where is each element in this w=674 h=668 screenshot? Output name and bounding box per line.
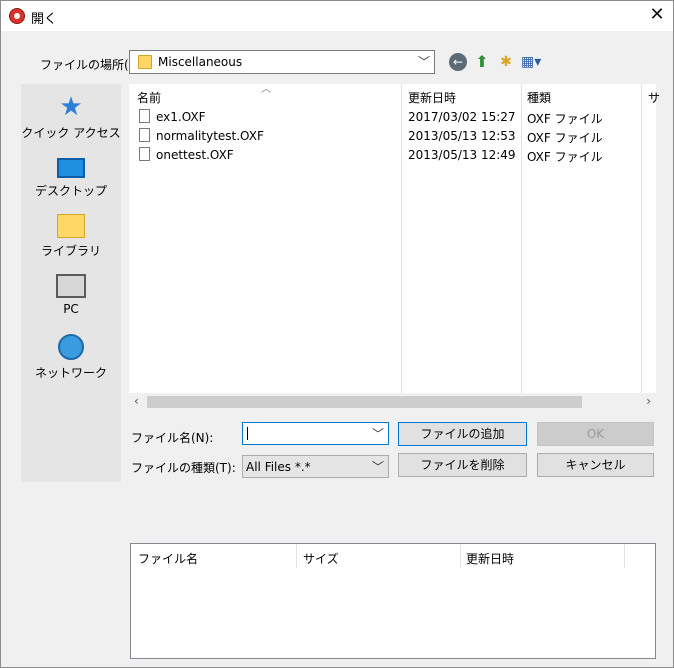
- filetype-value: All Files *.*: [246, 460, 311, 474]
- filename-label: ファイル名(N):: [131, 431, 214, 445]
- place-label: PC: [63, 302, 79, 316]
- desktop-icon: [57, 158, 85, 178]
- file-name: normalitytest.OXF: [156, 129, 264, 143]
- file-date: 2013/05/13 12:53: [408, 129, 516, 143]
- text-caret: [247, 427, 248, 440]
- add-file-button[interactable]: ファイルの追加: [398, 422, 527, 446]
- app-icon: [9, 8, 25, 24]
- network-icon: [58, 334, 84, 360]
- places-bar: ★ クイック アクセス デスクトップ ライブラリ PC ネットワーク: [21, 84, 121, 482]
- file-name: ex1.OXF: [156, 110, 206, 124]
- back-icon[interactable]: ←: [449, 53, 467, 71]
- place-label: デスクトップ: [34, 184, 107, 198]
- scrollbar-thumb[interactable]: [147, 396, 582, 408]
- view-menu-icon[interactable]: ▦▾: [521, 53, 545, 71]
- place-label: ライブラリ: [40, 244, 101, 258]
- column-header-name[interactable]: 名前: [137, 89, 161, 106]
- open-dialog: 開く ✕ ファイルの場所(I): Miscellaneous ﹀ ← ⬆ ✱ ▦…: [0, 0, 674, 668]
- place-label: クイック アクセス: [21, 126, 121, 140]
- column-divider[interactable]: [624, 544, 625, 568]
- pc-icon: [56, 274, 86, 298]
- file-type: OXF ファイル: [527, 112, 603, 126]
- chevron-down-icon: ﹀: [417, 55, 430, 69]
- selected-column-filename[interactable]: ファイル名: [138, 550, 198, 567]
- place-desktop[interactable]: デスクトップ: [21, 154, 121, 199]
- chevron-down-icon: ﹀: [371, 460, 384, 474]
- filetype-dropdown[interactable]: All Files *.* ﹀: [242, 455, 389, 478]
- filetype-label: ファイルの種類(T):: [131, 461, 236, 475]
- title-bar: 開く ✕: [1, 1, 673, 31]
- file-row[interactable]: ex1.OXF 2017/03/02 15:27 OXF ファイル: [129, 108, 656, 127]
- column-header-size[interactable]: サ: [648, 89, 660, 106]
- library-icon: [57, 214, 85, 238]
- file-name: onettest.OXF: [156, 148, 234, 162]
- file-row[interactable]: normalitytest.OXF 2013/05/13 12:53 OXF フ…: [129, 127, 656, 146]
- column-divider[interactable]: [460, 544, 461, 568]
- scroll-right-icon[interactable]: ›: [646, 394, 651, 408]
- place-network[interactable]: ネットワーク: [21, 334, 121, 381]
- star-icon: ★: [59, 92, 83, 122]
- place-library[interactable]: ライブラリ: [21, 214, 121, 259]
- file-date: 2013/05/13 12:49: [408, 148, 516, 162]
- horizontal-scrollbar[interactable]: ‹ ›: [129, 393, 656, 410]
- remove-file-button[interactable]: ファイルを削除: [398, 453, 527, 477]
- lookin-label: ファイルの場所(I):: [40, 58, 141, 72]
- folder-icon: [138, 55, 152, 69]
- filename-input[interactable]: ﹀: [242, 422, 389, 445]
- selected-column-size[interactable]: サイズ: [303, 550, 339, 567]
- column-header-date[interactable]: 更新日時: [408, 89, 456, 106]
- new-folder-icon[interactable]: ✱: [497, 53, 515, 71]
- scroll-left-icon[interactable]: ‹: [134, 394, 139, 408]
- sort-ascending-icon: ︿: [261, 84, 271, 95]
- window-title: 開く: [31, 12, 58, 27]
- up-folder-icon[interactable]: ⬆: [473, 53, 491, 71]
- selected-column-date[interactable]: 更新日時: [466, 550, 514, 567]
- file-icon: [139, 128, 150, 142]
- lookin-dropdown[interactable]: Miscellaneous ﹀: [129, 50, 435, 74]
- cancel-button[interactable]: キャンセル: [537, 453, 654, 477]
- file-type: OXF ファイル: [527, 150, 603, 164]
- place-label: ネットワーク: [34, 366, 107, 380]
- file-row[interactable]: onettest.OXF 2013/05/13 12:49 OXF ファイル: [129, 146, 656, 165]
- file-type: OXF ファイル: [527, 131, 603, 145]
- ok-button[interactable]: OK: [537, 422, 654, 446]
- file-icon: [139, 147, 150, 161]
- selected-files-list[interactable]: ファイル名 サイズ 更新日時: [130, 543, 656, 659]
- lookin-value: Miscellaneous: [158, 55, 243, 69]
- place-quick-access[interactable]: ★ クイック アクセス: [21, 94, 121, 141]
- column-header-type[interactable]: 種類: [527, 89, 551, 106]
- close-button[interactable]: ✕: [641, 1, 673, 31]
- column-divider[interactable]: [296, 544, 297, 568]
- file-list: ︿ 名前 更新日時 種類 サ ex1.OXF 2017/03/02 15:27 …: [129, 84, 660, 393]
- chevron-down-icon[interactable]: ﹀: [372, 425, 384, 442]
- file-icon: [139, 109, 150, 123]
- place-pc[interactable]: PC: [21, 274, 121, 316]
- file-date: 2017/03/02 15:27: [408, 110, 516, 124]
